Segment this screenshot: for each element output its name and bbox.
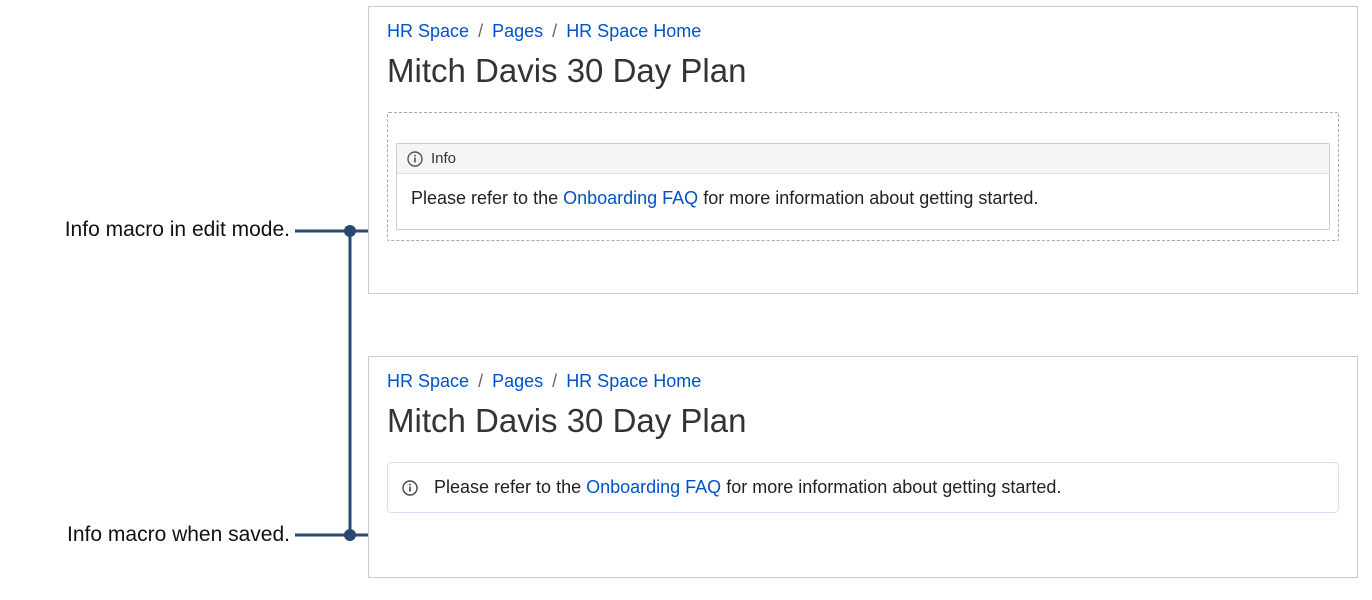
macro-header: Info: [397, 144, 1329, 174]
info-icon: [407, 151, 423, 167]
info-panel: Please refer to the Onboarding FAQ for m…: [387, 462, 1339, 513]
macro-body-suffix: for more information about getting start…: [698, 188, 1038, 208]
onboarding-faq-link[interactable]: Onboarding FAQ: [563, 188, 698, 208]
breadcrumb: HR Space / Pages / HR Space Home: [387, 371, 1339, 392]
macro-label: Info: [431, 150, 456, 167]
breadcrumb-pages[interactable]: Pages: [492, 371, 543, 391]
page-title: Mitch Davis 30 Day Plan: [387, 402, 1339, 440]
breadcrumb-sep: /: [478, 371, 483, 391]
breadcrumb-space[interactable]: HR Space: [387, 21, 469, 41]
onboarding-faq-link[interactable]: Onboarding FAQ: [586, 477, 721, 497]
macro-placeholder[interactable]: Info Please refer to the Onboarding FAQ …: [396, 143, 1330, 230]
macro-body-prefix: Please refer to the: [411, 188, 563, 208]
panel-saved-mode: HR Space / Pages / HR Space Home Mitch D…: [368, 356, 1358, 578]
macro-body[interactable]: Please refer to the Onboarding FAQ for m…: [397, 174, 1329, 229]
panel-edit-mode: HR Space / Pages / HR Space Home Mitch D…: [368, 6, 1358, 294]
macro-editor-frame[interactable]: Info Please refer to the Onboarding FAQ …: [387, 112, 1339, 241]
breadcrumb-sep: /: [552, 21, 557, 41]
breadcrumb-home[interactable]: HR Space Home: [566, 21, 701, 41]
breadcrumb: HR Space / Pages / HR Space Home: [387, 21, 1339, 42]
macro-body-prefix: Please refer to the: [434, 477, 586, 497]
info-panel-text: Please refer to the Onboarding FAQ for m…: [434, 477, 1061, 498]
breadcrumb-home[interactable]: HR Space Home: [566, 371, 701, 391]
info-icon: [402, 480, 418, 496]
breadcrumb-sep: /: [552, 371, 557, 391]
breadcrumb-pages[interactable]: Pages: [492, 21, 543, 41]
macro-body-suffix: for more information about getting start…: [721, 477, 1061, 497]
page-title: Mitch Davis 30 Day Plan: [387, 52, 1339, 90]
annotation-edit-mode: Info macro in edit mode.: [10, 218, 290, 242]
breadcrumb-sep: /: [478, 21, 483, 41]
annotation-saved-mode: Info macro when saved.: [10, 523, 290, 547]
breadcrumb-space[interactable]: HR Space: [387, 371, 469, 391]
